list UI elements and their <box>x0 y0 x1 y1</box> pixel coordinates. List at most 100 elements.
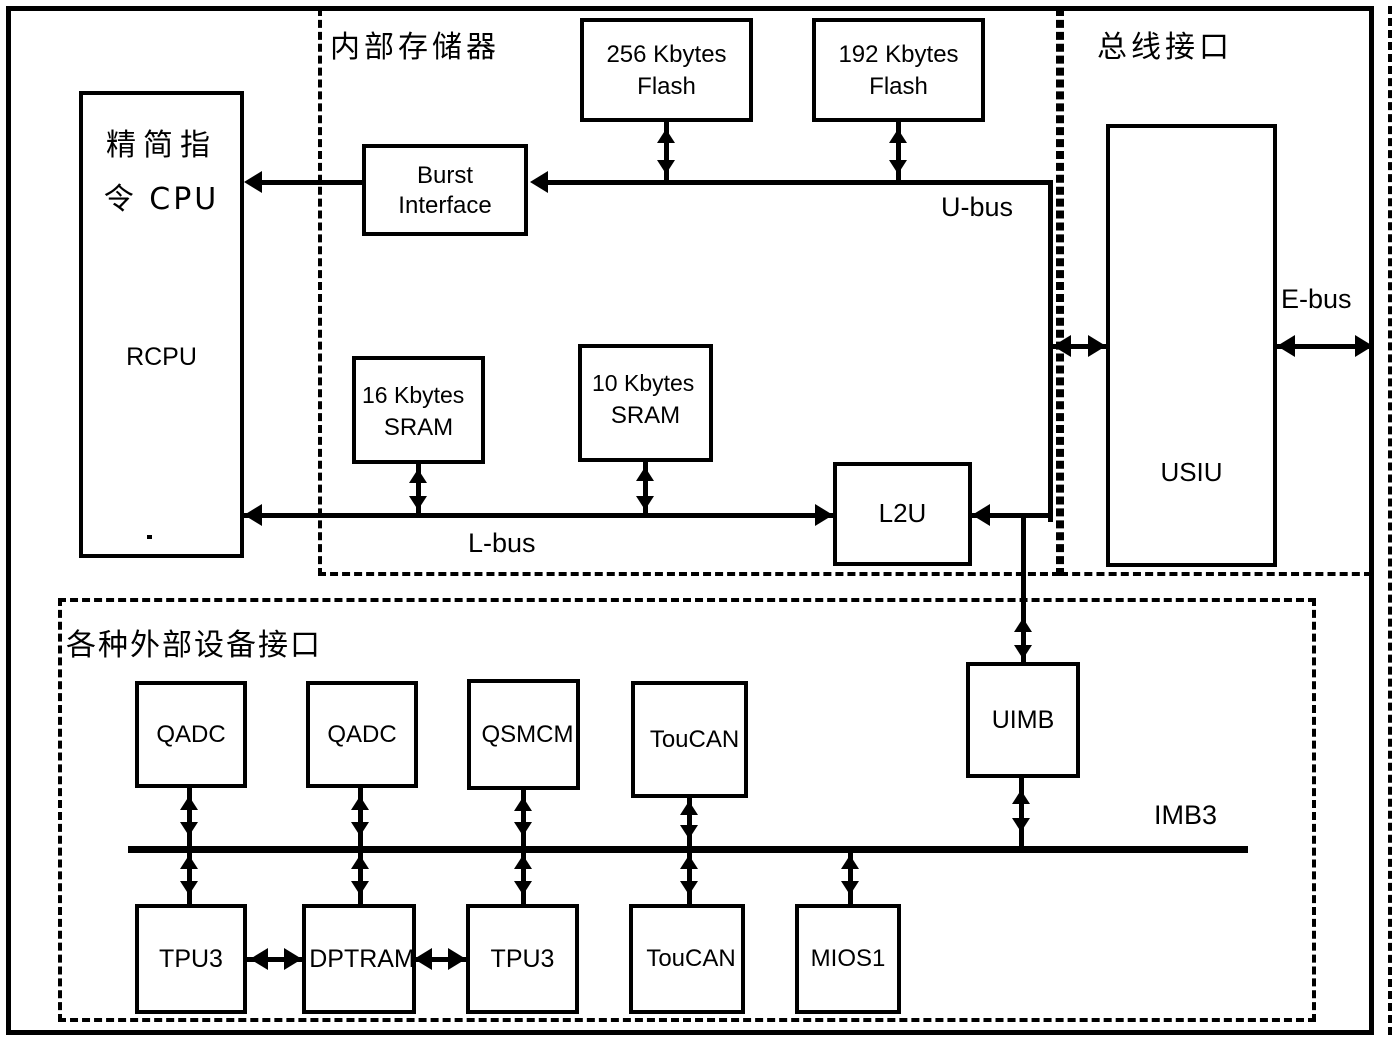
block-rcpu[interactable]: 精简指 令 CPU RCPU <box>79 91 244 558</box>
block-sram-16[interactable]: 16 Kbytes SRAM <box>352 356 485 464</box>
block-diagram-canvas: 内部存储器 总线接口 各种外部设备接口 精简指 令 CPU RCPU 256 K… <box>0 0 1399 1041</box>
external-boundary-dashed-edge <box>1388 6 1392 1035</box>
block-l2u[interactable]: L2U <box>833 462 972 566</box>
arrow-l-bus-to-l2u <box>815 504 833 526</box>
arrow-tpu3-1-down <box>180 881 198 895</box>
block-flash-192-line1: 192 Kbytes <box>838 41 959 68</box>
block-toucan-bottom[interactable]: TouCAN <box>629 904 745 1014</box>
arrow-flash192-up <box>889 129 907 143</box>
arrow-dptram-up <box>351 855 369 869</box>
block-sram-16-line2: SRAM <box>383 414 454 441</box>
arrow-flash192-down <box>889 160 907 174</box>
block-sram-10[interactable]: 10 Kbytes SRAM <box>578 344 713 462</box>
arrow-qadc1-up <box>180 796 198 810</box>
block-qadc-2[interactable]: QADC <box>306 681 418 788</box>
block-qadc-1-label: QADC <box>156 720 226 748</box>
arrow-u-bus-to-usiu <box>1088 335 1106 357</box>
arrow-sram16-up <box>409 469 427 483</box>
block-rcpu-line1: 精简指 <box>106 128 217 163</box>
region-title-internal-memory: 内部存储器 <box>330 30 500 65</box>
block-mios1[interactable]: MIOS1 <box>795 904 901 1014</box>
block-flash-192-line2: Flash <box>869 73 928 100</box>
block-sram-16-line1: 16 Kbytes <box>362 382 465 408</box>
block-tpu3-1-label: TPU3 <box>159 944 223 973</box>
arrow-toucan-top-up <box>680 801 698 815</box>
block-mios1-label: MIOS1 <box>810 945 886 973</box>
arrow-e-bus-left <box>1277 335 1295 357</box>
block-tpu3-2-label: TPU3 <box>490 944 555 973</box>
region-title-peripheral-interfaces: 各种外部设备接口 <box>66 628 322 663</box>
block-flash-256[interactable]: 256 Kbytes Flash <box>580 18 753 122</box>
arrow-qsmcm-up <box>514 797 532 811</box>
block-rcpu-line3: RCPU <box>126 343 197 371</box>
bus-label-imb3: IMB3 <box>1154 800 1218 830</box>
block-usiu-label: USIU <box>1160 457 1223 487</box>
arrow-ubus-to-l2u <box>972 504 990 526</box>
arrow-flash256-up <box>657 129 675 143</box>
block-uimb-label: UIMB <box>991 705 1055 734</box>
arrow-uimb-up <box>1014 618 1032 632</box>
arrow-usiu-to-u-bus <box>1053 335 1071 357</box>
arrow-tpu3-2-to-dptram <box>414 948 432 970</box>
arrow-dptram-down <box>351 881 369 895</box>
block-qadc-2-label: QADC <box>327 720 397 748</box>
block-tpu3-2[interactable]: TPU3 <box>466 904 579 1014</box>
arrow-uimb-imb3-up <box>1012 790 1030 804</box>
arrow-toucan-bottom-up <box>680 855 698 869</box>
rcpu-dot-mark <box>147 535 152 539</box>
arrow-u-bus-to-burst <box>530 171 548 193</box>
arrow-toucan-bottom-down <box>680 881 698 895</box>
arrow-dptram-to-tpu3-1 <box>250 948 268 970</box>
bus-label-e-bus: E-bus <box>1281 284 1352 314</box>
block-toucan-bottom-label: TouCAN <box>646 945 736 973</box>
arrow-l-bus-to-cpu <box>244 504 262 526</box>
block-toucan-top-label: TouCAN <box>649 725 740 753</box>
arrow-mios1-up <box>841 855 859 869</box>
block-tpu3-1[interactable]: TPU3 <box>135 904 247 1014</box>
arrow-sram10-down <box>636 496 654 510</box>
bus-label-u-bus: U-bus <box>941 192 1014 222</box>
arrow-tpu3-2-down <box>514 881 532 895</box>
block-sram-10-line2: SRAM <box>610 402 681 429</box>
block-dptram[interactable]: DPTRAM <box>302 904 416 1014</box>
block-burst-interface[interactable]: Burst Interface <box>362 144 528 236</box>
wire-u-bus-horizontal <box>548 180 1053 185</box>
wire-burst-to-cpu <box>262 180 362 185</box>
arrow-dptram-to-tpu3-2 <box>448 948 466 970</box>
block-qadc-1[interactable]: QADC <box>135 681 247 788</box>
block-burst-interface-line2: Interface <box>398 192 492 219</box>
arrow-burst-to-cpu <box>244 171 262 193</box>
block-flash-192[interactable]: 192 Kbytes Flash <box>812 18 985 122</box>
block-usiu[interactable]: USIU <box>1106 124 1277 567</box>
arrow-tpu3-1-up <box>180 855 198 869</box>
arrow-toucan-top-down <box>680 825 698 839</box>
arrow-tpu3-2-up <box>514 855 532 869</box>
arrow-flash256-down <box>657 160 675 174</box>
arrow-sram16-down <box>409 496 427 510</box>
arrow-uimb-down <box>1014 645 1032 659</box>
arrow-qadc1-down <box>180 822 198 836</box>
block-qsmcm[interactable]: QSMCM <box>467 679 580 790</box>
block-qsmcm-label: QSMCM <box>481 720 574 748</box>
block-flash-256-line2: Flash <box>637 73 696 100</box>
wire-l-bus-horizontal <box>244 513 833 518</box>
block-flash-256-line1: 256 Kbytes <box>606 41 727 68</box>
block-burst-interface-line1: Burst <box>416 162 473 189</box>
arrow-qsmcm-down <box>514 822 532 836</box>
arrow-qadc2-up <box>351 796 369 810</box>
block-uimb[interactable]: UIMB <box>966 662 1080 778</box>
arrow-qadc2-down <box>351 822 369 836</box>
block-sram-10-line1: 10 Kbytes <box>592 370 695 396</box>
wire-l2u-to-uimb <box>1021 513 1026 662</box>
arrow-tpu3-1-to-dptram <box>284 948 302 970</box>
block-l2u-label: L2U <box>878 498 927 529</box>
block-dptram-label: DPTRAM <box>309 944 415 973</box>
arrow-sram10-up <box>636 467 654 481</box>
block-rcpu-line2: 令 CPU <box>103 182 220 217</box>
bus-label-l-bus: L-bus <box>468 528 536 558</box>
block-toucan-top[interactable]: TouCAN <box>631 681 748 798</box>
region-title-bus-interface: 总线接口 <box>1097 30 1233 65</box>
arrow-mios1-down <box>841 881 859 895</box>
wire-uimb-to-imb3 <box>1019 778 1024 846</box>
arrow-e-bus-right <box>1355 335 1373 357</box>
